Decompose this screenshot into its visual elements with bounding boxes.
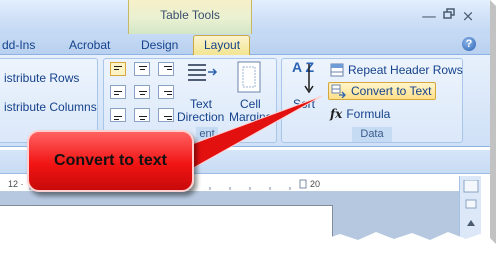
align-top-left-button[interactable] <box>110 62 126 76</box>
tab-layout[interactable]: Layout <box>204 38 240 52</box>
align-top-right-button[interactable] <box>158 62 174 76</box>
ruler-right-label: 20 <box>310 179 321 189</box>
restore-button[interactable] <box>441 6 459 22</box>
alignment-group-label: ent <box>196 127 218 142</box>
align-bottom-right-button[interactable] <box>158 108 174 122</box>
data-group-label: Data <box>352 127 392 142</box>
sort-label: Sort <box>293 97 316 111</box>
cell-margins-icon <box>237 61 261 93</box>
convert-to-text-button[interactable]: Convert to Text <box>328 82 437 100</box>
vertical-scrollbar[interactable] <box>459 176 481 246</box>
sort-arrow-icon <box>304 64 314 94</box>
repeat-header-rows-label: Repeat Header Rows <box>348 63 463 77</box>
cell-margins-button[interactable] <box>236 60 262 97</box>
context-title: Table Tools <box>160 8 220 22</box>
text-direction-label-1: Text <box>190 97 213 111</box>
align-top-center-button[interactable] <box>134 62 150 76</box>
align-bottom-center-button[interactable] <box>134 108 150 122</box>
tab-acrobat[interactable]: Acrobat <box>69 38 110 52</box>
distribute-rows-button[interactable]: istribute Rows <box>4 71 79 85</box>
restore-icon <box>443 8 455 19</box>
distribute-columns-button[interactable]: istribute Columns <box>4 100 97 114</box>
text-direction-button[interactable] <box>186 61 220 90</box>
formula-label: Formula <box>346 107 391 121</box>
formula-button[interactable]: fx Formula <box>330 105 390 123</box>
align-center-button[interactable] <box>134 85 150 99</box>
text-direction-label-2: Direction <box>177 110 225 124</box>
align-center-right-button[interactable] <box>158 85 174 99</box>
help-button[interactable]: ? <box>462 37 476 51</box>
cell-margins-label-1: Cell <box>240 97 261 111</box>
convert-to-text-icon <box>331 84 346 98</box>
close-button[interactable]: × <box>459 8 477 24</box>
scrollbar-controls <box>463 180 479 226</box>
minimize-button[interactable]: — <box>420 8 438 24</box>
document-page[interactable] <box>0 205 333 256</box>
align-bottom-left-button[interactable] <box>110 108 126 122</box>
text-direction-icon <box>188 64 218 81</box>
cell-margins-label-2: Margins <box>229 110 272 124</box>
convert-to-text-label: Convert to Text <box>351 84 432 98</box>
tab-design[interactable]: Design <box>141 38 178 52</box>
repeat-header-rows-button[interactable]: Repeat Header Rows <box>330 61 463 79</box>
tab-add-ins[interactable]: dd-Ins <box>2 38 35 52</box>
formula-icon: fx <box>330 107 343 121</box>
callout-text: Convert to text <box>54 152 167 169</box>
sort-button[interactable]: A Z <box>290 60 320 98</box>
ruler-left-label: 12 · <box>8 179 24 189</box>
align-center-left-button[interactable] <box>110 85 126 99</box>
repeat-header-rows-icon <box>330 63 344 77</box>
